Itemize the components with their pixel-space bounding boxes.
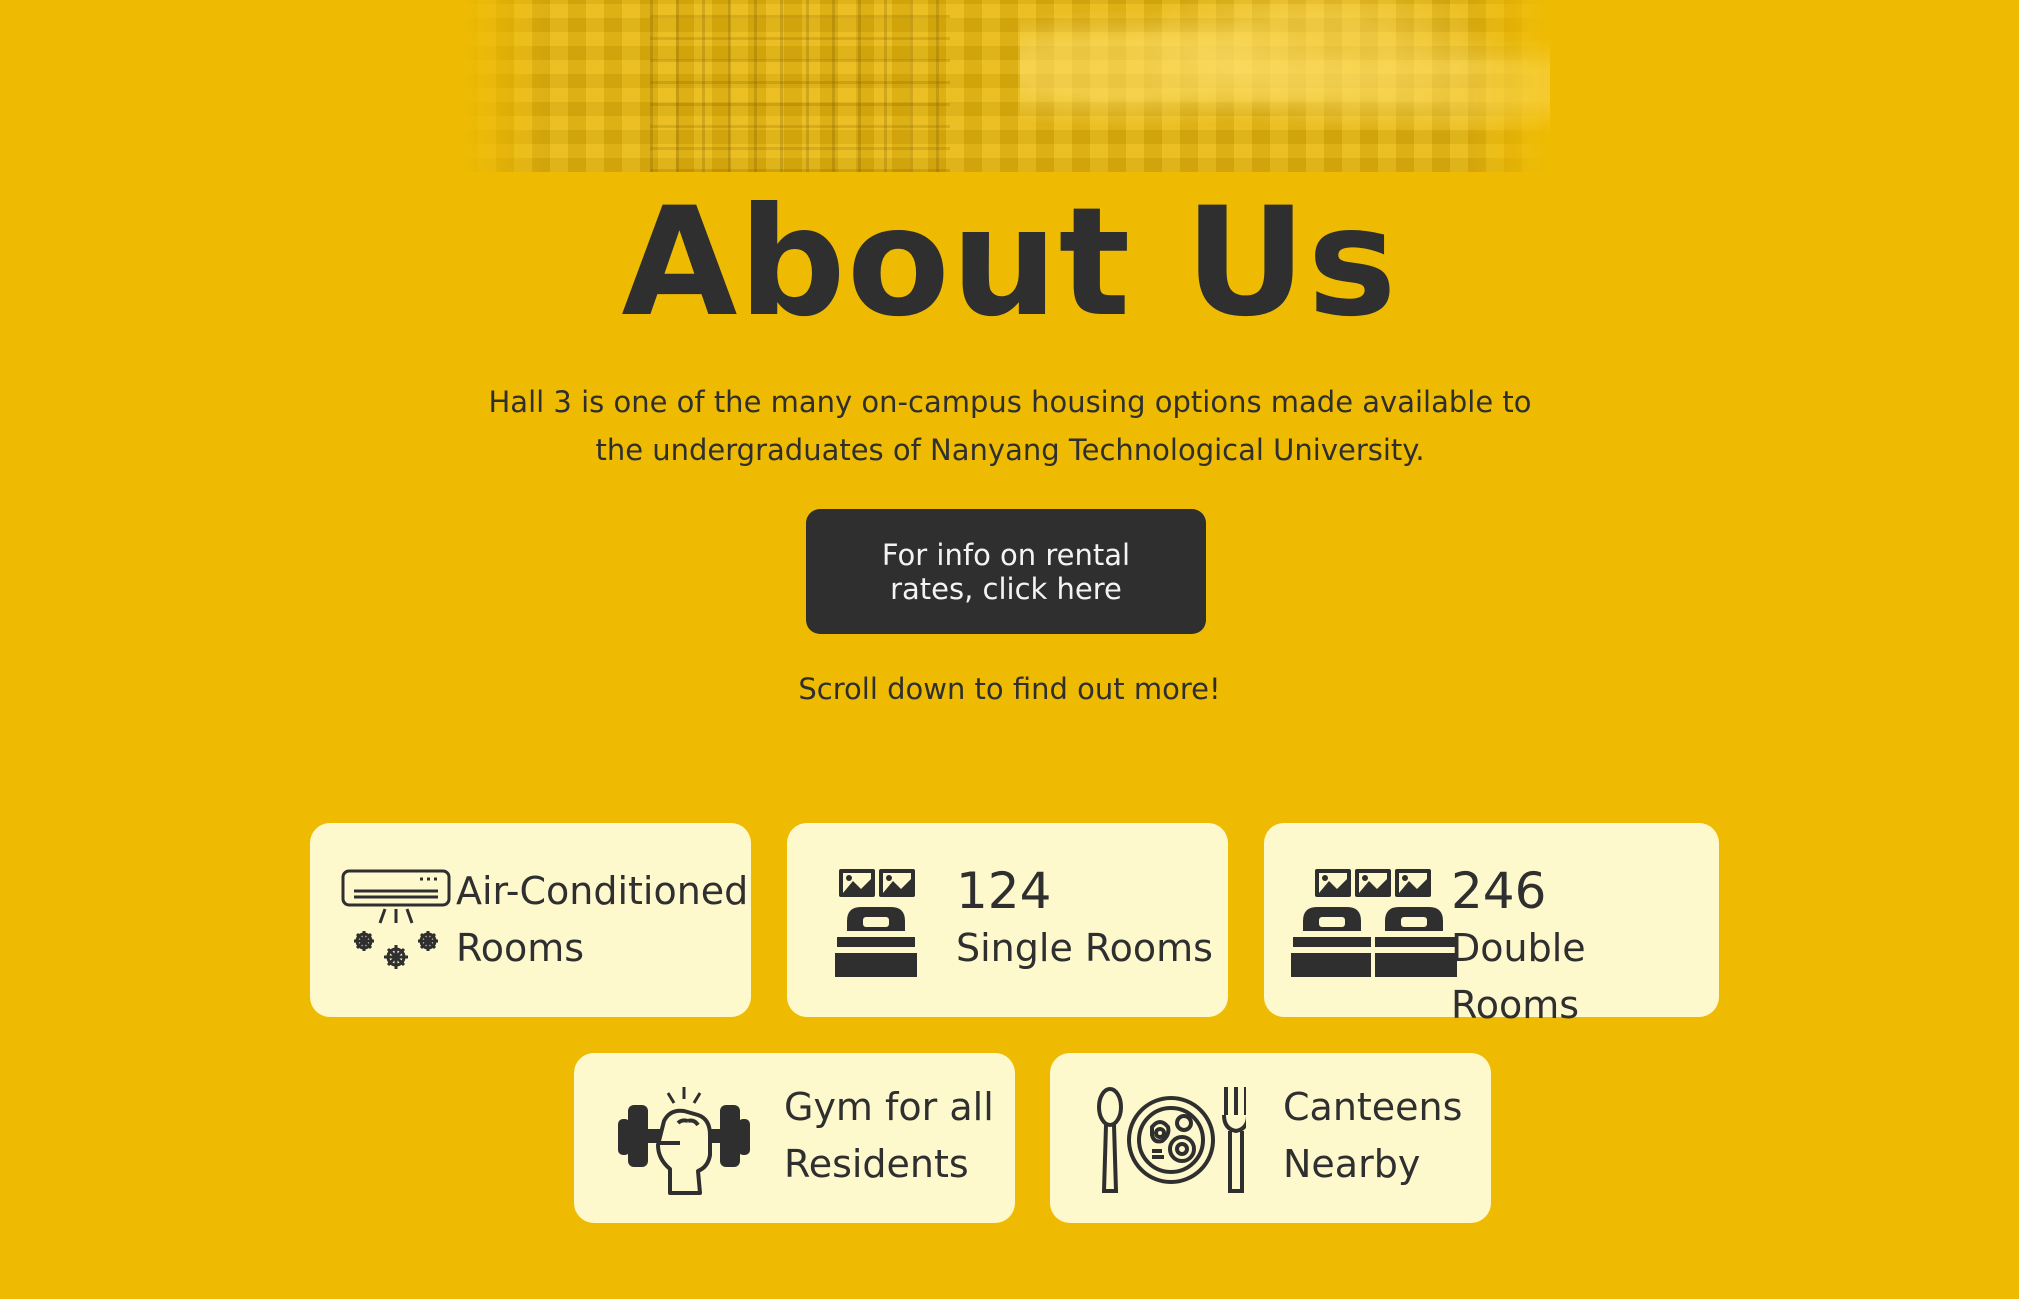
aircon-label-line1: Air-Conditioned xyxy=(456,869,749,913)
intro-text: Hall 3 is one of the many on-campus hous… xyxy=(488,385,1532,467)
scroll-hint: Scroll down to find out more! xyxy=(798,672,1221,706)
air-conditioner-icon xyxy=(340,867,452,979)
feature-card-canteens: Canteens Nearby xyxy=(1050,1053,1491,1223)
feature-card-double-rooms: 246 Double Rooms xyxy=(1264,823,1719,1027)
hero-banner-image xyxy=(460,0,1550,172)
feature-card-aircon: Air-Conditioned Rooms xyxy=(310,823,751,1017)
double-bed-icon xyxy=(1291,867,1457,979)
dumbbell-icon xyxy=(618,1085,750,1195)
gym-label-line2: Residents xyxy=(784,1142,969,1186)
single-rooms-count: 124 xyxy=(956,862,1052,920)
rental-rates-button[interactable]: For info on rental rates, click here xyxy=(806,509,1206,634)
plate-cutlery-icon xyxy=(1096,1085,1246,1195)
feature-card-gym: Gym for all Residents xyxy=(574,1053,1015,1223)
gym-label-line1: Gym for all xyxy=(784,1085,994,1129)
hero-trees-texture xyxy=(1020,0,1550,172)
aircon-label-line2: Rooms xyxy=(456,926,585,970)
page-title: About Us xyxy=(621,176,1398,350)
feature-card-single-rooms: 124 Single Rooms xyxy=(787,823,1228,1017)
double-rooms-count: 246 xyxy=(1451,862,1547,920)
hero-building-texture xyxy=(650,0,950,172)
single-bed-icon xyxy=(835,867,917,979)
single-rooms-label: Single Rooms xyxy=(956,926,1213,970)
double-rooms-label: Double Rooms xyxy=(1451,926,1586,1027)
canteen-label-line2: Nearby xyxy=(1283,1142,1421,1186)
canteen-label-line1: Canteens xyxy=(1283,1085,1463,1129)
